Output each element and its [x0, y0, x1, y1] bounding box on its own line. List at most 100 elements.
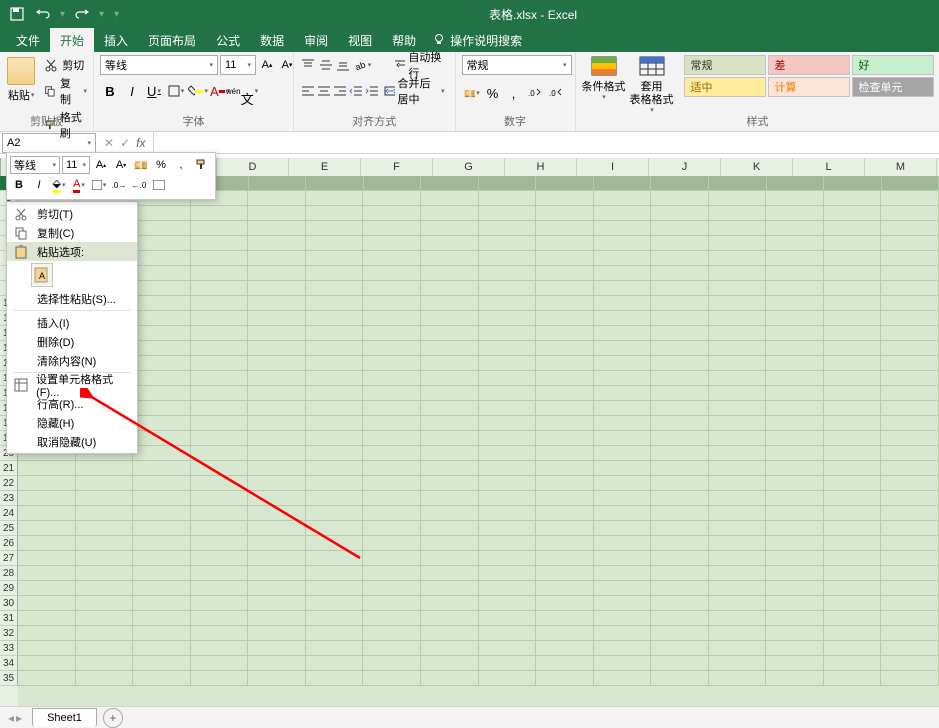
cell-N6[interactable]	[766, 236, 824, 251]
cell-B30[interactable]	[76, 596, 134, 611]
cell-O19[interactable]	[824, 431, 882, 446]
cell-I31[interactable]	[479, 611, 537, 626]
cell-N3[interactable]	[766, 191, 824, 206]
cell-H32[interactable]	[421, 626, 479, 641]
cell-G4[interactable]	[363, 206, 421, 221]
cell-I20[interactable]	[479, 446, 537, 461]
cell-M20[interactable]	[709, 446, 767, 461]
cell-K26[interactable]	[594, 536, 652, 551]
cell-D23[interactable]	[191, 491, 249, 506]
cell-M27[interactable]	[709, 551, 767, 566]
cell-N8[interactable]	[766, 266, 824, 281]
row-header-35[interactable]: 35	[0, 671, 18, 686]
cell-G10[interactable]	[363, 296, 421, 311]
cell-I4[interactable]	[479, 206, 537, 221]
cell-J29[interactable]	[536, 581, 594, 596]
row-header-21[interactable]: 21	[0, 461, 18, 476]
cell-P8[interactable]	[881, 266, 939, 281]
cell-H21[interactable]	[421, 461, 479, 476]
cell-I19[interactable]	[479, 431, 537, 446]
cell-B34[interactable]	[76, 656, 134, 671]
cell-J31[interactable]	[536, 611, 594, 626]
cell-O30[interactable]	[824, 596, 882, 611]
cell-F30[interactable]	[306, 596, 364, 611]
cell-M23[interactable]	[709, 491, 767, 506]
cell-E10[interactable]	[248, 296, 306, 311]
cell-I26[interactable]	[479, 536, 537, 551]
merge-center-button[interactable]: 合并后居中▾	[380, 81, 448, 101]
cell-N7[interactable]	[766, 251, 824, 266]
cell-P22[interactable]	[881, 476, 939, 491]
cell-H17[interactable]	[421, 401, 479, 416]
undo-button[interactable]	[32, 3, 54, 25]
cell-D5[interactable]	[191, 221, 249, 236]
cell-C17[interactable]	[133, 401, 191, 416]
cell-I7[interactable]	[479, 251, 537, 266]
cell-F35[interactable]	[306, 671, 364, 686]
cell-H11[interactable]	[421, 311, 479, 326]
cell-G12[interactable]	[363, 326, 421, 341]
cell-H9[interactable]	[421, 281, 479, 296]
cell-D4[interactable]	[191, 206, 249, 221]
cell-J22[interactable]	[536, 476, 594, 491]
cell-N25[interactable]	[766, 521, 824, 536]
cell-I5[interactable]	[479, 221, 537, 236]
cell-O20[interactable]	[824, 446, 882, 461]
cell-L20[interactable]	[651, 446, 709, 461]
cell-D14[interactable]	[191, 356, 249, 371]
cell-M2[interactable]	[709, 176, 767, 191]
cell-M15[interactable]	[709, 371, 767, 386]
cell-J20[interactable]	[536, 446, 594, 461]
cell-O18[interactable]	[824, 416, 882, 431]
cell-N23[interactable]	[766, 491, 824, 506]
cell-P19[interactable]	[881, 431, 939, 446]
cell-D6[interactable]	[191, 236, 249, 251]
cell-K16[interactable]	[594, 386, 652, 401]
cell-E12[interactable]	[248, 326, 306, 341]
cell-C16[interactable]	[133, 386, 191, 401]
cell-H14[interactable]	[421, 356, 479, 371]
cell-E31[interactable]	[248, 611, 306, 626]
cell-D20[interactable]	[191, 446, 249, 461]
cell-L8[interactable]	[651, 266, 709, 281]
cell-M22[interactable]	[709, 476, 767, 491]
cell-H23[interactable]	[421, 491, 479, 506]
cell-G29[interactable]	[363, 581, 421, 596]
cell-C31[interactable]	[133, 611, 191, 626]
cell-C15[interactable]	[133, 371, 191, 386]
cell-L3[interactable]	[651, 191, 709, 206]
cell-J34[interactable]	[536, 656, 594, 671]
col-header-I[interactable]: I	[577, 158, 649, 176]
cell-H15[interactable]	[421, 371, 479, 386]
cell-C9[interactable]	[133, 281, 191, 296]
cell-D8[interactable]	[191, 266, 249, 281]
cell-K10[interactable]	[594, 296, 652, 311]
cell-M32[interactable]	[709, 626, 767, 641]
cell-D10[interactable]	[191, 296, 249, 311]
cell-I29[interactable]	[479, 581, 537, 596]
number-format-select[interactable]: 常规▾	[462, 55, 572, 75]
mini-italic[interactable]: I	[30, 176, 48, 194]
cell-J32[interactable]	[536, 626, 594, 641]
cell-O13[interactable]	[824, 341, 882, 356]
cell-F25[interactable]	[306, 521, 364, 536]
cell-B25[interactable]	[76, 521, 134, 536]
context-menu-item-10[interactable]: 设置单元格格式(F)...	[7, 375, 137, 394]
cell-F31[interactable]	[306, 611, 364, 626]
cell-J26[interactable]	[536, 536, 594, 551]
cell-H30[interactable]	[421, 596, 479, 611]
cell-N28[interactable]	[766, 566, 824, 581]
cell-O14[interactable]	[824, 356, 882, 371]
cell-P7[interactable]	[881, 251, 939, 266]
cell-P25[interactable]	[881, 521, 939, 536]
cell-H4[interactable]	[421, 206, 479, 221]
cell-B26[interactable]	[76, 536, 134, 551]
cell-N4[interactable]	[766, 206, 824, 221]
cell-J13[interactable]	[536, 341, 594, 356]
cell-C7[interactable]	[133, 251, 191, 266]
cell-K23[interactable]	[594, 491, 652, 506]
cell-B22[interactable]	[76, 476, 134, 491]
cell-E35[interactable]	[248, 671, 306, 686]
cell-A22[interactable]	[18, 476, 76, 491]
cell-O21[interactable]	[824, 461, 882, 476]
